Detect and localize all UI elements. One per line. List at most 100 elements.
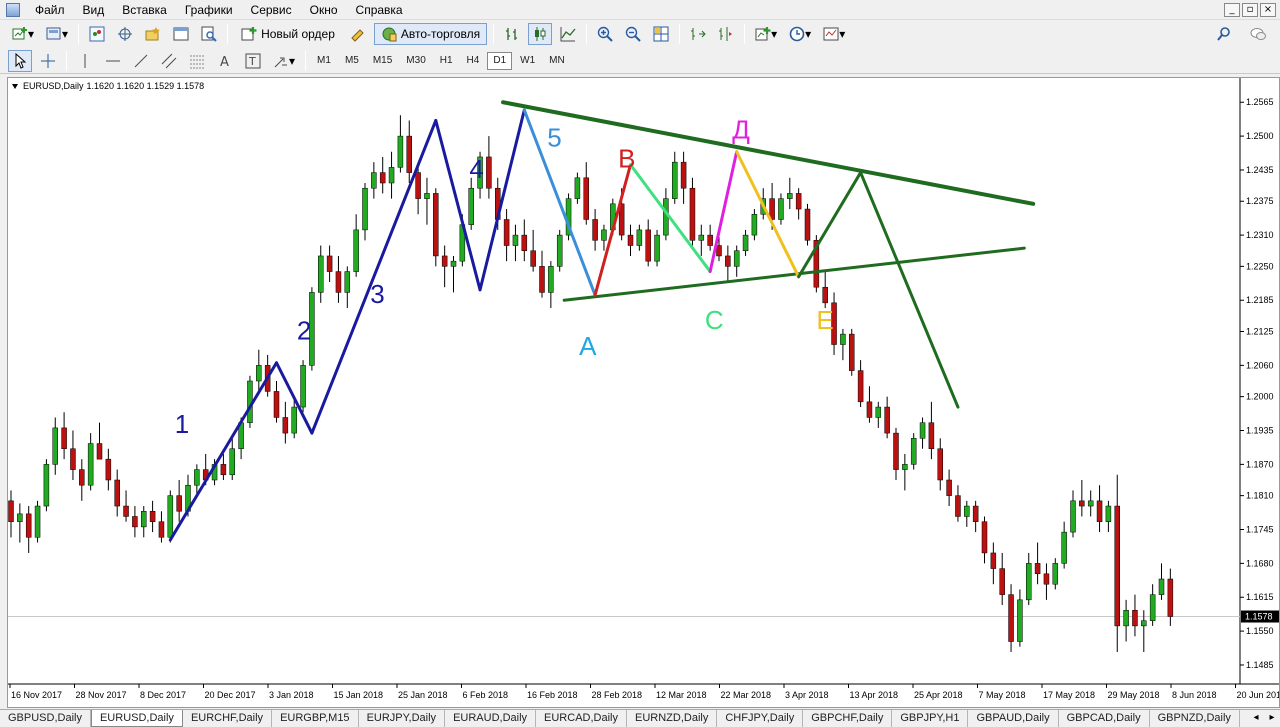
- price-label: 1.1615: [1246, 592, 1274, 602]
- indicators-icon: [755, 26, 771, 42]
- candle-body: [379, 172, 386, 184]
- current-price-label: 1.1578: [1245, 612, 1273, 622]
- star-folder-icon: [145, 26, 161, 42]
- collapse-triangle-icon[interactable]: [12, 83, 18, 89]
- tab-gbpjpy-h1[interactable]: GBPJPY,H1: [892, 710, 969, 727]
- arrows-tool[interactable]: ▾: [269, 50, 299, 72]
- cursor-tool[interactable]: [8, 49, 32, 72]
- trendline-tool[interactable]: [129, 50, 153, 72]
- templates-button[interactable]: ▾: [819, 23, 849, 45]
- candle-body: [362, 187, 368, 231]
- candle-body: [34, 505, 41, 538]
- crosshair-tool[interactable]: [36, 50, 60, 72]
- tab-gbpnzd-daily[interactable]: GBPNZD,Daily: [1150, 710, 1240, 727]
- timeframe-d1[interactable]: D1: [487, 51, 513, 70]
- line-chart-button[interactable]: [556, 23, 580, 45]
- text-tool[interactable]: A: [213, 50, 237, 72]
- market-watch-button[interactable]: [85, 23, 109, 45]
- tab-scroll-right-icon[interactable]: ▸: [1264, 710, 1280, 727]
- crosshair-nav-button[interactable]: [113, 23, 137, 45]
- tab-scroll-left-icon[interactable]: ◂: [1248, 710, 1264, 727]
- candle-body: [592, 219, 598, 241]
- chart-shift-button[interactable]: [714, 23, 738, 45]
- candle-body: [167, 495, 174, 538]
- timeframe-m15[interactable]: M15: [367, 52, 398, 70]
- restore-button[interactable]: ▫: [1242, 2, 1258, 17]
- menu-file[interactable]: Файл: [26, 0, 74, 20]
- leg-d-e-line: [735, 150, 801, 279]
- menu-help[interactable]: Справка: [347, 0, 412, 20]
- menu-bar: Файл Вид Вставка Графики Сервис Окно Спр…: [0, 0, 1280, 20]
- search-button[interactable]: [1212, 23, 1236, 45]
- candle-body: [256, 365, 262, 382]
- indicators-button[interactable]: ▾: [751, 23, 781, 45]
- menu-insert[interactable]: Вставка: [113, 0, 176, 20]
- tab-euraud-daily[interactable]: EURAUD,Daily: [445, 710, 537, 727]
- tab-chfjpy-daily[interactable]: CHFJPY,Daily: [717, 710, 804, 727]
- tile-windows-button[interactable]: [649, 23, 673, 45]
- periods-button[interactable]: ▾: [785, 23, 815, 45]
- timeframe-m30[interactable]: M30: [400, 52, 431, 70]
- timeframe-w1[interactable]: W1: [514, 52, 541, 70]
- tab-gbpusd-daily[interactable]: GBPUSD,Daily: [0, 710, 91, 727]
- price-label: 1.1745: [1246, 525, 1274, 535]
- chart-window[interactable]: EURUSD,Daily 1.1620 1.1620 1.1529 1.1578…: [7, 77, 1280, 708]
- price-chart[interactable]: 1.2565 1.2500 1.2435 1.2375 1.2310 1.2250 1.21…: [8, 78, 1279, 707]
- timeframe-h4[interactable]: H4: [461, 52, 486, 70]
- price-label: 1.1810: [1246, 491, 1274, 501]
- timeframe-m1[interactable]: M1: [311, 52, 337, 70]
- equidistant-channel-tool[interactable]: [157, 50, 181, 72]
- date-label: 20 Dec 2017: [205, 690, 256, 700]
- date-label: 25 Apr 2018: [914, 690, 963, 700]
- tab-gbpaud-daily[interactable]: GBPAUD,Daily: [968, 710, 1059, 727]
- autotrading-button[interactable]: Авто-торговля: [373, 23, 488, 45]
- lower-trendline: [562, 246, 1026, 302]
- tab-eurjpy-daily[interactable]: EURJPY,Daily: [359, 710, 446, 727]
- terminal-icon: [173, 26, 189, 42]
- timeframe-m5[interactable]: M5: [339, 52, 365, 70]
- candle-body: [910, 438, 917, 465]
- vertical-line-tool[interactable]: [73, 50, 97, 72]
- minimize-button[interactable]: _: [1224, 2, 1240, 17]
- tab-eurusd-daily[interactable]: EURUSD,Daily: [90, 710, 183, 727]
- terminal-button[interactable]: [169, 23, 193, 45]
- chat-button[interactable]: [1246, 23, 1270, 45]
- new-chart-button[interactable]: ▾: [8, 23, 38, 45]
- candle-body: [273, 391, 280, 418]
- zoom-in-button[interactable]: [593, 23, 617, 45]
- bar-chart-button[interactable]: [500, 23, 524, 45]
- candle-body: [415, 172, 421, 199]
- metaeditor-button[interactable]: [346, 23, 370, 45]
- candle-body: [123, 505, 129, 517]
- candle-body: [716, 245, 722, 257]
- line-chart-icon: [560, 26, 576, 42]
- zoom-out-button[interactable]: [621, 23, 645, 45]
- fibonacci-tool[interactable]: [185, 50, 209, 72]
- new-order-button[interactable]: Новый ордер: [234, 23, 342, 45]
- candle-body: [556, 234, 563, 267]
- autoscroll-button[interactable]: [686, 23, 710, 45]
- tester-button[interactable]: [197, 23, 221, 45]
- timeframe-mn[interactable]: MN: [543, 52, 571, 70]
- horizontal-line-tool[interactable]: [101, 50, 125, 72]
- close-button[interactable]: ×: [1260, 2, 1276, 17]
- profiles-button[interactable]: ▾: [42, 23, 72, 45]
- timeframe-h1[interactable]: H1: [434, 52, 459, 70]
- text-label-tool[interactable]: T: [241, 50, 265, 72]
- tab-eurgbp-m15[interactable]: EURGBP,M15: [272, 710, 359, 727]
- tab-gbpcad-daily[interactable]: GBPCAD,Daily: [1059, 710, 1150, 727]
- tab-eurnzd-daily[interactable]: EURNZD,Daily: [627, 710, 718, 727]
- menu-view[interactable]: Вид: [74, 0, 114, 20]
- toolbar-separator: [493, 24, 495, 44]
- menu-charts[interactable]: Графики: [176, 0, 242, 20]
- navigator-button[interactable]: [141, 23, 165, 45]
- candle-body: [875, 406, 882, 418]
- date-label: 3 Apr 2018: [785, 690, 829, 700]
- tab-gbpchf-daily[interactable]: GBPCHF,Daily: [803, 710, 893, 727]
- candlestick-button[interactable]: [528, 23, 553, 45]
- price-label: 1.1485: [1246, 660, 1274, 670]
- tab-eurcad-daily[interactable]: EURCAD,Daily: [536, 710, 627, 727]
- menu-window[interactable]: Окно: [301, 0, 347, 20]
- tab-eurchf-daily[interactable]: EURCHF,Daily: [183, 710, 273, 727]
- menu-tools[interactable]: Сервис: [242, 0, 301, 20]
